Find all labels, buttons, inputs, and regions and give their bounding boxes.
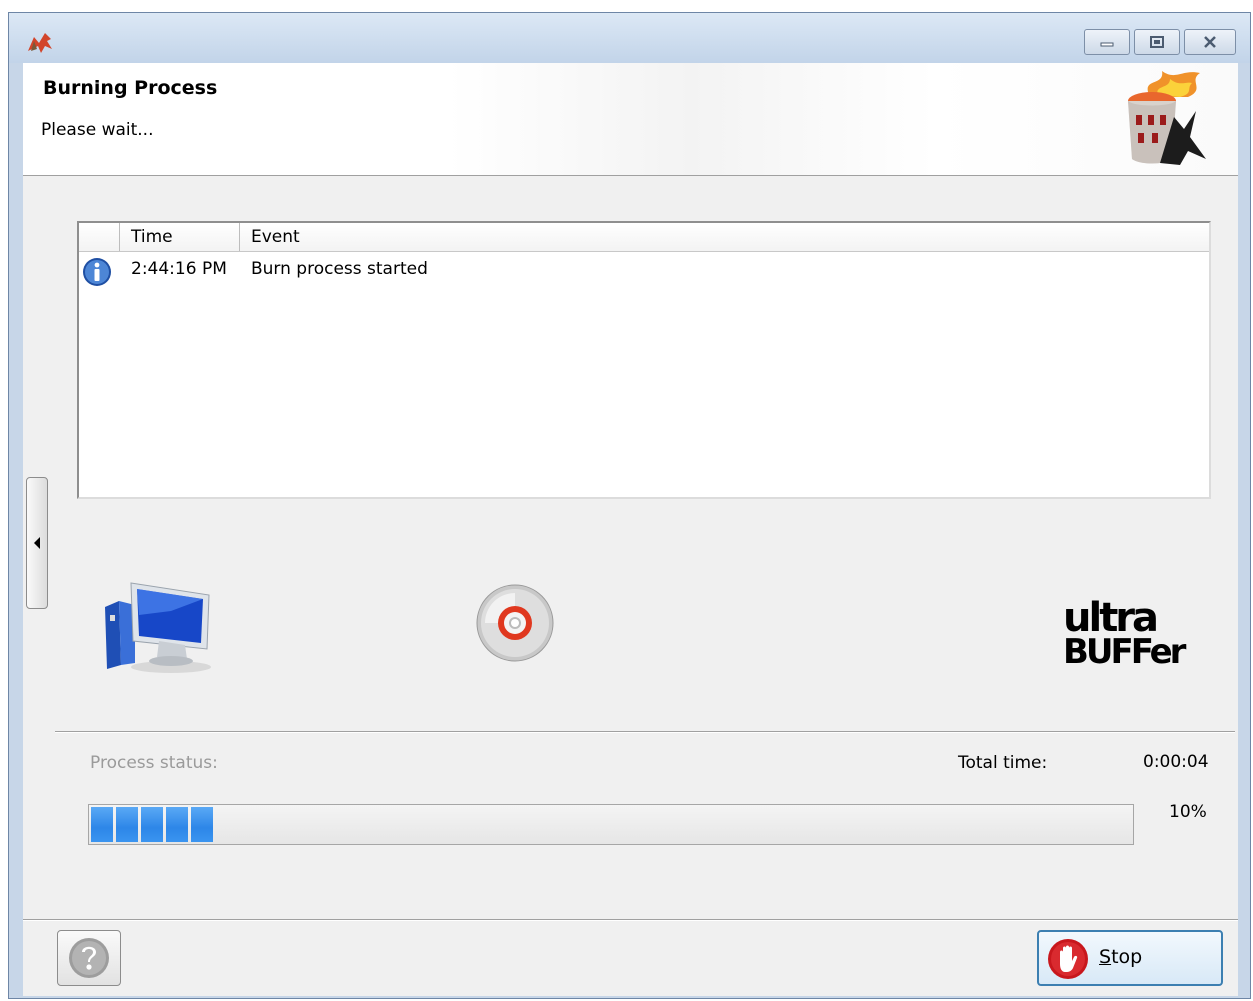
log-header: Time Event bbox=[79, 223, 1209, 252]
ultra-buffer-logo: ultra BUFFer bbox=[1063, 595, 1190, 665]
total-time-value: 0:00:04 bbox=[1143, 752, 1209, 772]
burn-window: Burning Process Please wait... Time Even… bbox=[8, 12, 1251, 999]
column-divider[interactable] bbox=[239, 223, 240, 251]
section-divider bbox=[55, 731, 1235, 733]
close-icon bbox=[1204, 36, 1216, 48]
burning-tower-logo-icon bbox=[1128, 71, 1206, 165]
column-header-event[interactable]: Event bbox=[251, 227, 300, 247]
progress-fill bbox=[91, 807, 213, 842]
progress-bar bbox=[88, 804, 1134, 845]
progress-segment bbox=[166, 807, 188, 842]
arrow-left-icon bbox=[34, 537, 40, 549]
process-status-label: Process status: bbox=[90, 753, 218, 773]
column-divider[interactable] bbox=[119, 223, 120, 251]
minimize-button[interactable] bbox=[1084, 29, 1130, 55]
header-banner: Burning Process Please wait... bbox=[23, 63, 1238, 176]
maximize-button[interactable] bbox=[1134, 29, 1180, 55]
event-log-list[interactable]: Time Event 2:44:16 PM Burn process start… bbox=[77, 221, 1211, 499]
computer-icon bbox=[105, 582, 211, 673]
close-button[interactable] bbox=[1184, 29, 1236, 55]
progress-segment bbox=[191, 807, 213, 842]
maximize-icon bbox=[1150, 36, 1164, 48]
table-row[interactable]: 2:44:16 PM Burn process started bbox=[79, 257, 1209, 287]
log-event: Burn process started bbox=[251, 259, 428, 279]
app-icon bbox=[28, 33, 52, 53]
help-button[interactable] bbox=[57, 930, 121, 986]
stop-hand-icon bbox=[1048, 939, 1088, 979]
total-time-label: Total time: bbox=[958, 753, 1048, 773]
title-bar[interactable] bbox=[9, 13, 1250, 63]
info-icon bbox=[83, 258, 111, 286]
stop-button-label: Stop bbox=[1099, 946, 1143, 968]
stop-button[interactable]: Stop bbox=[1037, 930, 1223, 986]
footer-divider bbox=[23, 919, 1238, 921]
page-title: Burning Process bbox=[43, 77, 218, 99]
progress-segment bbox=[116, 807, 138, 842]
disc-icon bbox=[476, 584, 554, 662]
page-subtitle: Please wait... bbox=[41, 120, 154, 140]
minimize-icon bbox=[1100, 42, 1114, 47]
svg-text:BUFFer: BUFFer bbox=[1063, 632, 1187, 665]
side-panel-toggle-button[interactable] bbox=[26, 477, 48, 609]
progress-segment bbox=[91, 807, 113, 842]
log-time: 2:44:16 PM bbox=[131, 259, 227, 279]
progress-percent: 10% bbox=[1169, 802, 1207, 822]
help-icon bbox=[69, 938, 109, 978]
column-header-time[interactable]: Time bbox=[131, 227, 173, 247]
progress-segment bbox=[141, 807, 163, 842]
dialog-client: Burning Process Please wait... Time Even… bbox=[23, 63, 1238, 996]
